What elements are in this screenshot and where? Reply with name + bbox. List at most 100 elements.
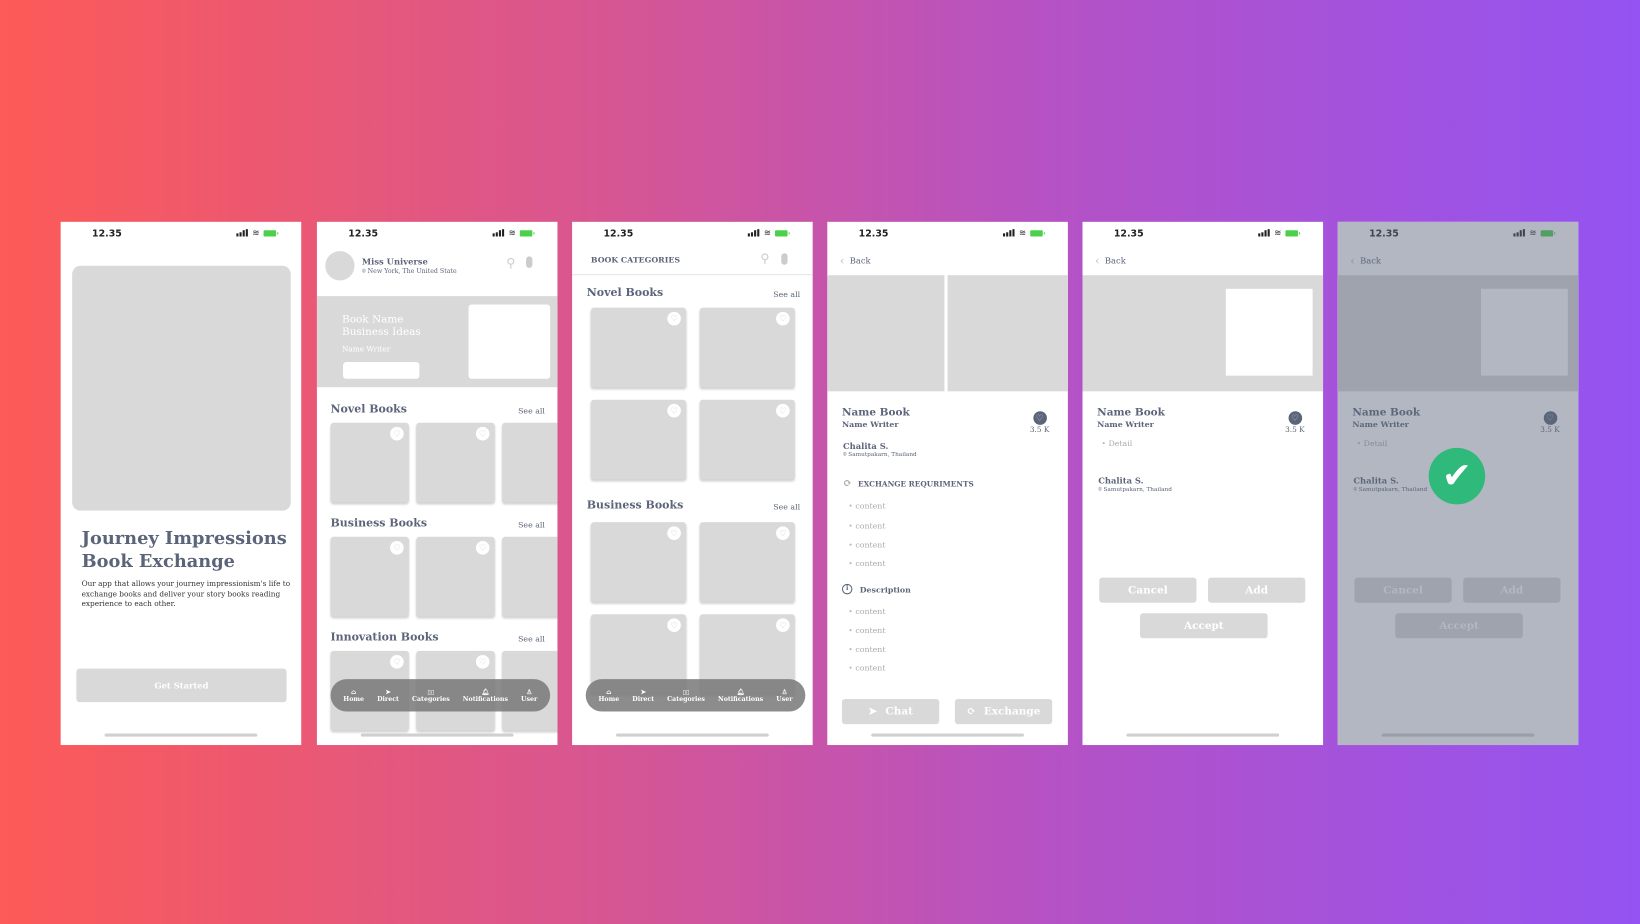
heart-icon: ♡	[1288, 411, 1302, 425]
location-pin-icon: ⌾	[1098, 486, 1102, 493]
back-button[interactable]: ‹ Back	[1095, 254, 1126, 268]
description-item: content	[848, 645, 885, 654]
exchange-button[interactable]: ⟳ Exchange	[954, 698, 1053, 725]
like-button[interactable]: ♡ 3.5 K	[1029, 411, 1050, 434]
see-all-link[interactable]: See all	[773, 502, 800, 511]
book-card[interactable]: ♡	[699, 399, 795, 480]
search-icon[interactable]: ⚲	[760, 251, 769, 266]
heart-icon[interactable]: ♡	[776, 618, 790, 633]
nav-notifications[interactable]: 🔔︎ Notifications	[463, 688, 508, 703]
heart-icon[interactable]: ♡	[667, 403, 681, 418]
battery-icon	[1030, 229, 1045, 236]
back-button[interactable]: ‹ Back	[840, 254, 871, 268]
microphone-icon[interactable]	[781, 253, 788, 265]
nav-user[interactable]: ♙ User	[776, 688, 792, 703]
heart-icon[interactable]: ♡	[667, 526, 681, 540]
featured-banner[interactable]: Book Name Business Ideas Name Writer	[316, 296, 558, 388]
status-time: 12.35	[858, 229, 889, 240]
book-card[interactable]: ♡	[416, 422, 495, 503]
heart-icon[interactable]: ♡	[667, 311, 681, 326]
send-icon: ➤	[868, 705, 878, 718]
title-line-1: Journey Impressions	[81, 528, 287, 550]
see-all-link[interactable]: See all	[518, 406, 545, 415]
nav-direct[interactable]: ➤ Direct	[377, 688, 399, 703]
book-card[interactable]: ♡	[699, 307, 795, 388]
see-all-link[interactable]: See all	[773, 290, 800, 299]
owner-location: Samutpakarn, Thailand	[848, 452, 917, 459]
heart-icon[interactable]: ♡	[390, 426, 404, 441]
location-pin-icon: ⌾	[361, 267, 366, 276]
accept-button[interactable]: Accept	[1140, 613, 1268, 639]
battery-icon	[519, 229, 535, 236]
bottom-nav: ⌂ Home ➤ Direct ▯▯ Categories 🔔︎ Notifications ♙…	[585, 679, 806, 712]
heart-icon[interactable]: ♡	[776, 403, 790, 418]
heart-icon[interactable]: ♡	[776, 526, 790, 540]
book-title: Name Book Name Writer	[1097, 407, 1165, 430]
heart-icon[interactable]: ♡	[475, 540, 490, 555]
book-card[interactable]: ♡	[502, 422, 558, 503]
nav-categories[interactable]: ▯▯ Categories	[412, 688, 450, 703]
home-icon: ⌂	[351, 688, 357, 696]
home-screen: 12.35 ≋ Miss Universe ⌾ New York, The Uni…	[316, 221, 558, 746]
microphone-icon[interactable]	[526, 256, 533, 268]
heart-icon[interactable]: ♡	[776, 311, 790, 326]
book-writer: Name Writer	[1097, 419, 1154, 430]
book-detail-screen: 12.35 ≋ ‹ Back Name Book Name Writer ♡ 3.5 K…	[827, 221, 1068, 746]
cancel-button[interactable]: Cancel	[1099, 577, 1197, 603]
chat-button[interactable]: ➤ Chat	[841, 698, 940, 725]
status-icons: ≋	[1003, 229, 1045, 237]
status-icons: ≋	[492, 229, 535, 237]
nav-direct[interactable]: ➤ Direct	[632, 688, 654, 703]
nav-label: Notifications	[717, 695, 764, 703]
book-card[interactable]: ♡	[590, 522, 687, 602]
heart-icon[interactable]: ♡	[475, 655, 490, 669]
book-card[interactable]: ♡	[416, 536, 495, 617]
nav-home[interactable]: ⌂ Home	[343, 688, 364, 703]
book-card[interactable]: ♡	[330, 422, 409, 503]
battery-icon	[775, 229, 790, 236]
wifi-icon: ≋	[1274, 228, 1282, 238]
owner-name: Chalita S.	[842, 440, 889, 451]
section-title: Business Books	[330, 516, 428, 530]
book-card[interactable]: ♡	[590, 307, 687, 388]
search-icon[interactable]: ⚲	[506, 255, 515, 270]
nav-label: User	[521, 695, 538, 703]
nav-user[interactable]: ♙ User	[521, 688, 537, 703]
book-icon: ▯▯	[427, 688, 435, 696]
exchange-success-screen: 12.35 ≋ ‹ Back Name Book Name Writer ♡ 3.5 K…	[1337, 221, 1579, 746]
add-button[interactable]: Add	[1208, 577, 1306, 603]
heart-icon[interactable]: ♡	[390, 655, 404, 669]
exchange-requirement-item: content	[848, 559, 885, 568]
book-card[interactable]: ♡	[502, 536, 558, 617]
book-cover-placeholder	[1225, 288, 1313, 376]
nav-notifications[interactable]: 🔔︎ Notifications	[718, 688, 763, 703]
nav-label: Categories	[667, 695, 705, 703]
status-icons: ≋	[236, 229, 279, 237]
get-started-button[interactable]: Get Started	[76, 668, 287, 703]
signal-icon	[1003, 229, 1015, 237]
nav-home[interactable]: ⌂ Home	[598, 688, 619, 703]
heart-icon[interactable]: ♡	[390, 540, 404, 555]
exchange-requirements-title: EXCHANGE REQURIMENTS	[858, 479, 974, 489]
book-image-placeholder	[827, 275, 945, 392]
success-check-icon: ✔	[1428, 447, 1486, 505]
home-indicator	[360, 733, 514, 737]
nav-categories[interactable]: ▯▯ Categories	[667, 688, 705, 703]
heart-icon[interactable]: ♡	[475, 426, 490, 441]
see-all-link[interactable]: See all	[518, 520, 545, 529]
section-title: Innovation Books	[330, 630, 439, 644]
avatar[interactable]	[325, 251, 355, 281]
see-all-link[interactable]: See all	[518, 634, 545, 643]
exchange-icon: ⟳	[842, 478, 852, 490]
banner-button[interactable]	[343, 362, 420, 379]
heart-icon[interactable]: ♡	[667, 618, 681, 633]
book-card[interactable]: ♡	[590, 399, 687, 480]
owner-location: Samutpakarn, Thailand	[1103, 486, 1172, 493]
like-button[interactable]: ♡ 3.5 K	[1284, 411, 1305, 434]
banner-book-name: Book Name	[342, 313, 404, 326]
book-card[interactable]: ♡	[699, 522, 795, 602]
exchange-requirement-item: content	[848, 521, 885, 530]
book-card[interactable]: ♡	[330, 536, 409, 617]
stage: 12.35 ≋ Journey Impressions Book Exchange …	[0, 0, 1640, 924]
home-indicator	[871, 733, 1024, 737]
